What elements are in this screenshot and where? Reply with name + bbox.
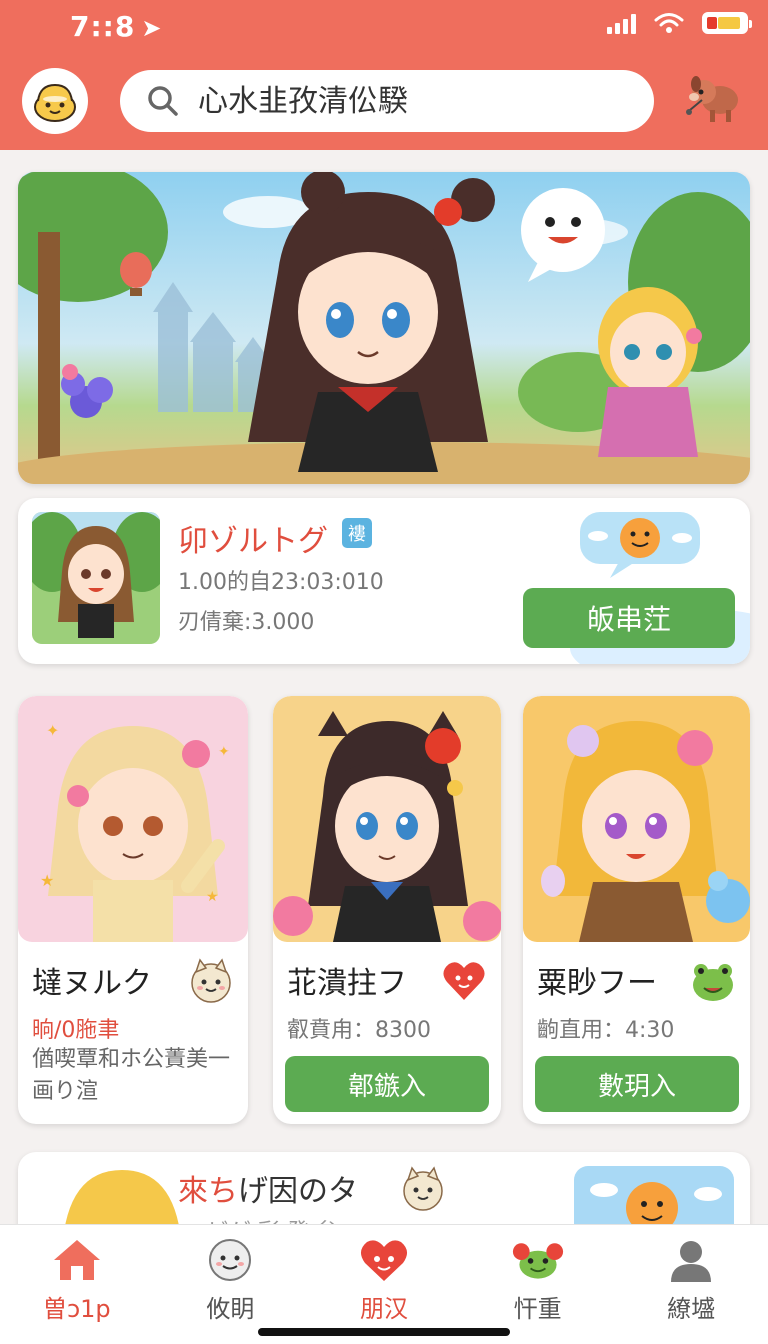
character-sub-2: 叡賁甪：8300: [287, 1018, 431, 1043]
character-sub-3: 齣直用：4:30: [537, 1018, 675, 1043]
app-logo[interactable]: [22, 68, 88, 134]
status-time: 7::8 ➤: [70, 10, 163, 43]
svg-text:✦: ✦: [218, 744, 230, 760]
tab-profile-label: 繚墭: [667, 1295, 716, 1323]
search-bar[interactable]: [120, 70, 654, 132]
heart-icon: [443, 962, 485, 1000]
search-icon[interactable]: [146, 84, 180, 118]
app-header: 7::8 ➤: [0, 0, 768, 150]
tab-favorites[interactable]: 朋汉: [307, 1225, 461, 1344]
character-name-2: 苝潰拄フ: [287, 966, 407, 1001]
tab-home-label: 曽ɔ1p: [42, 1295, 111, 1323]
profile-icon: [665, 1237, 717, 1283]
character-art-2: [273, 696, 501, 942]
tab-profile[interactable]: 繚墭: [614, 1225, 768, 1344]
tab-favorites-label: 朋汉: [359, 1295, 408, 1323]
character-card-3[interactable]: 粟眇フー 齣直用：4:30 數玥入: [523, 696, 750, 1124]
peek-card-title: 來ちげ因のタ: [178, 1174, 358, 1209]
featured-thumbnail: [32, 512, 160, 644]
cream-cat-icon: [403, 1166, 443, 1211]
character-name-1: 墶ヌルク: [32, 966, 152, 1001]
character-name-3: 粟眇フー: [537, 966, 657, 1001]
hero-banner[interactable]: [18, 172, 750, 484]
svg-text:★: ★: [40, 871, 54, 890]
featured-badge: 褸: [342, 518, 372, 548]
home-indicator[interactable]: [258, 1328, 510, 1336]
featured-meta-count: 刃倩棄:3.000: [178, 610, 315, 635]
battery-icon: [702, 12, 752, 34]
svg-text:★: ★: [206, 889, 219, 905]
tab-friends[interactable]: 忓重: [461, 1225, 615, 1344]
character-card-1[interactable]: ✦ ✦ ★ ★ 墶ヌルク 晌/0胣聿 偤喫覃和ホ公蔶美一画り渲: [18, 696, 248, 1124]
character-desc-1: 偤喫覃和ホ公蔶美一画り渲: [32, 1047, 231, 1104]
heart-face-icon: [358, 1237, 410, 1283]
character-3-action-button[interactable]: 數玥入: [535, 1056, 739, 1112]
search-input[interactable]: [198, 83, 638, 119]
home-icon: [51, 1237, 103, 1283]
featured-title: 卯ゾルトグ: [178, 524, 328, 559]
featured-card[interactable]: 卯ゾルトグ 褸 1.00的自23:03:010 刃倩棄:3.000 皈串茳: [18, 498, 750, 664]
location-arrow-icon: ➤: [141, 14, 163, 42]
frog-icon: [512, 1237, 564, 1283]
green-frog-icon: [693, 964, 733, 1001]
tab-discover-label: 攸眀: [206, 1295, 255, 1323]
featured-meta-time: 1.00的自23:03:010: [178, 570, 384, 595]
character-sub-1: 晌/0胣聿: [32, 1018, 120, 1043]
character-2-action-button[interactable]: 郼鏃入: [285, 1056, 489, 1112]
yellow-mascot-icon: [34, 83, 76, 122]
svg-text:✦: ✦: [46, 721, 59, 740]
tab-discover[interactable]: 攸眀: [154, 1225, 308, 1344]
featured-action-button[interactable]: 皈串茳: [523, 588, 735, 648]
cream-cat-icon: [191, 958, 231, 1003]
status-icons: [607, 12, 752, 34]
wifi-icon: [654, 12, 684, 34]
banner-illustration: [18, 172, 750, 484]
tab-friends-label: 忓重: [513, 1295, 562, 1323]
tab-home[interactable]: 曽ɔ1p: [0, 1225, 154, 1344]
brown-dog-mascot-icon[interactable]: [682, 70, 746, 130]
character-art-1: ✦ ✦ ★ ★: [18, 696, 248, 942]
cellular-signal-icon: [607, 12, 636, 34]
smiley-icon: [204, 1237, 256, 1283]
character-art-3: [523, 696, 750, 942]
bottom-tab-bar: 曽ɔ1p 攸眀 朋汉 忓重 繚墭: [0, 1224, 768, 1344]
character-card-2[interactable]: 苝潰拄フ 叡賁甪：8300 郼鏃入: [273, 696, 501, 1124]
